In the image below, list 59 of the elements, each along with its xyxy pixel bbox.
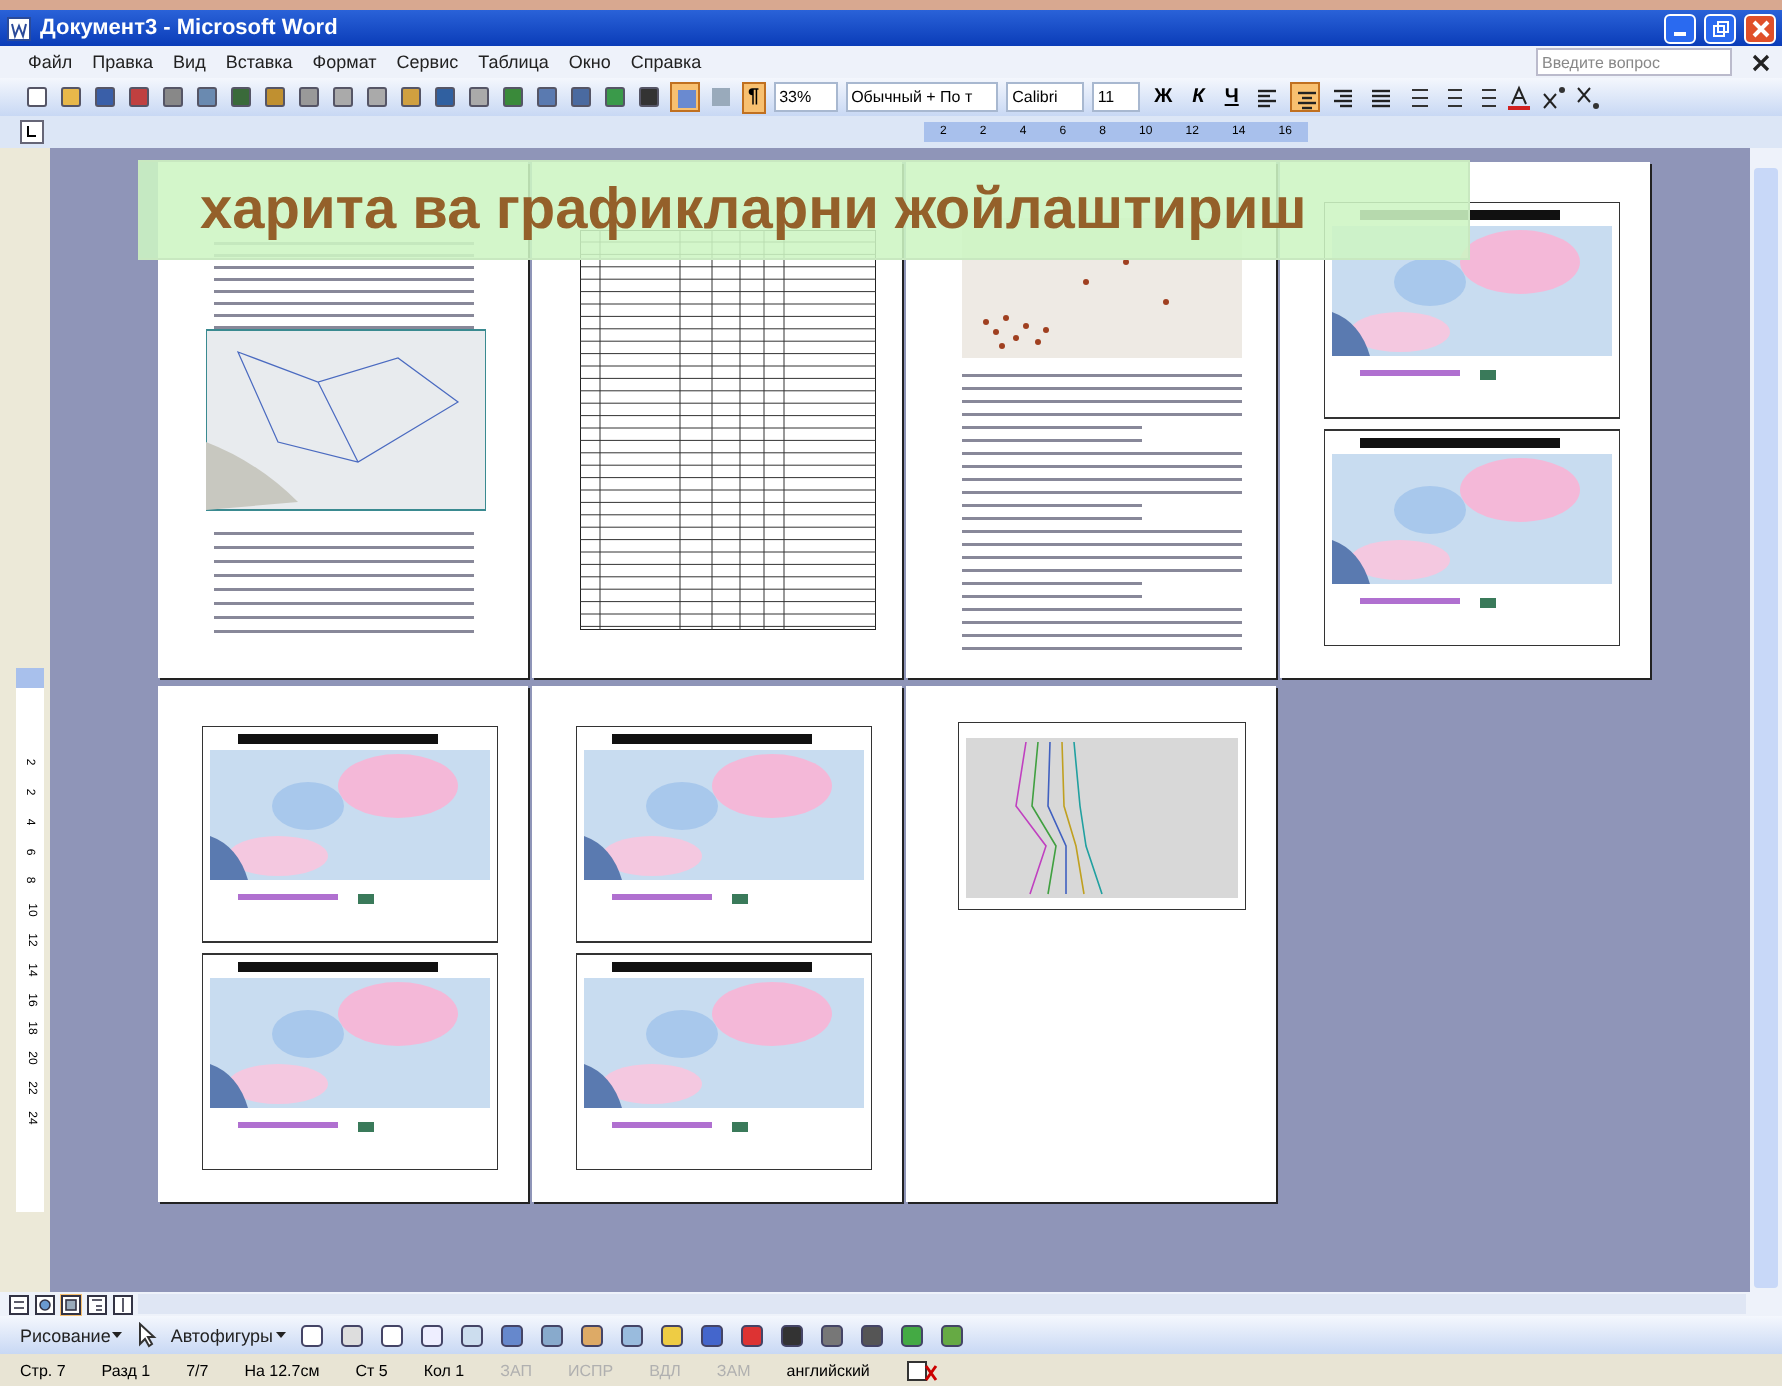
status-text: Ст 5 [355,1361,388,1379]
align-center-icon[interactable] [1290,82,1321,112]
status-text: Разд 1 [101,1361,151,1379]
status-text: ЗАП [500,1361,532,1379]
menu-item[interactable]: Справка [630,52,702,72]
menu-item[interactable]: Окно [568,52,611,72]
close-button[interactable] [1744,13,1776,43]
status-text: Стр. 7 [20,1361,66,1379]
subscript-icon[interactable] [1574,84,1601,110]
help-search-field[interactable]: Введите вопрос [1536,48,1732,76]
status-text: ВДЛ [649,1361,681,1379]
minimize-button[interactable] [1664,13,1696,43]
print-view-icon[interactable] [60,1293,82,1315]
window-title: Документ3 - Microsoft Word [40,16,338,40]
menu-item[interactable]: Вставка [225,52,293,72]
status-text: ЗАМ [716,1361,751,1379]
underline-button[interactable]: Ч [1218,81,1245,113]
status-text: английский [786,1361,870,1379]
menu-item[interactable]: Сервис [396,52,459,72]
spelling-status-icon [905,1357,938,1383]
tab-selector-icon[interactable] [20,120,44,144]
status-text: ИСПР [567,1361,614,1379]
document-page[interactable] [158,686,528,1202]
word-document-icon [6,15,32,41]
close-icon [1751,19,1769,37]
document-page[interactable] [532,686,902,1202]
status-text: Кол 1 [423,1361,465,1379]
horizontal-scrollbar[interactable] [138,1294,1746,1314]
close-icon[interactable] [1752,53,1770,71]
drawing-menu[interactable]: Рисование [20,1325,111,1345]
font-color-a-icon[interactable] [1506,84,1533,110]
caret-icon [112,1332,123,1338]
caret-icon [275,1332,286,1338]
minimize-icon [1674,31,1686,35]
select-pointer-icon[interactable] [134,1322,159,1348]
outline-view-icon[interactable] [86,1293,108,1315]
status-text: На 12.7см [244,1361,320,1379]
menu-item[interactable]: Вид [173,52,206,72]
font-dropdown[interactable]: Calibri [1006,82,1084,112]
menu-item[interactable]: Таблица [478,52,549,72]
status-text: 7/7 [186,1361,209,1379]
restore-button[interactable] [1704,13,1736,43]
restore-icon [1711,19,1729,37]
show-formatting-button[interactable]: ¶ [742,81,766,113]
autoshapes-menu[interactable]: Автофигуры [170,1325,274,1345]
menu-item[interactable]: Формат [312,52,377,72]
web-view-icon[interactable] [34,1293,56,1315]
menu-item[interactable]: Правка [92,52,154,72]
superscript-icon[interactable] [1540,84,1567,110]
normal-view-icon[interactable] [8,1293,30,1315]
caption-banner: харита ва графикларни жойлаштириш [138,160,1470,260]
menu-item[interactable]: Файл [28,52,73,72]
bold-button[interactable]: Ж [1148,81,1179,113]
font-size-dropdown[interactable]: 11 [1091,82,1141,112]
reading-view-icon[interactable] [112,1293,134,1315]
zoom-dropdown[interactable]: 33% [773,82,838,112]
italic-button[interactable]: К [1186,81,1211,113]
style-dropdown[interactable]: Обычный + По т [845,82,999,112]
vertical-scrollbar[interactable] [1750,148,1782,1292]
